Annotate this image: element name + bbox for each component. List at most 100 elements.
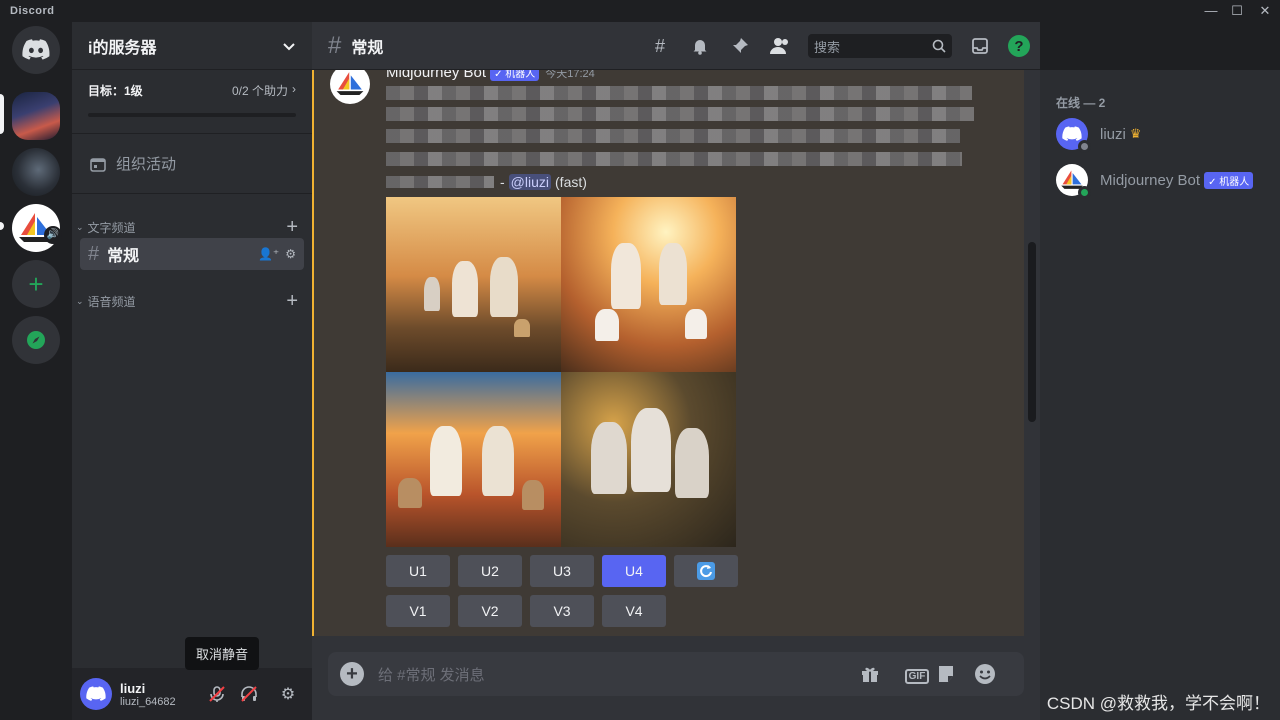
boost-goal-label: 目标：1级	[88, 84, 143, 98]
chevron-right-icon: ›	[292, 82, 296, 96]
message-input[interactable]: 给 #常规 发消息	[378, 664, 860, 685]
reroll-button[interactable]	[674, 555, 738, 587]
refresh-icon	[697, 562, 715, 580]
generated-image-3[interactable]	[386, 372, 561, 547]
figure-boy	[659, 243, 687, 305]
upscale-button-3[interactable]: U3	[530, 555, 594, 587]
upscale-button-4[interactable]: U4	[602, 555, 666, 587]
chevron-down-icon: ⌄	[76, 222, 84, 232]
avatar	[1056, 118, 1091, 153]
server-icon-city[interactable]	[12, 92, 60, 140]
hash-icon: #	[328, 31, 342, 59]
close-button[interactable]: ✕	[1250, 0, 1280, 22]
user-tag: liuzi_64682	[120, 695, 176, 708]
member-list-icon[interactable]	[768, 34, 792, 58]
calendar-icon	[90, 157, 106, 172]
member-name: Midjourney Bot	[1100, 171, 1201, 189]
home-button[interactable]	[12, 26, 60, 74]
invite-icon[interactable]: 👤⁺	[258, 247, 279, 261]
crown-icon: ♛	[1129, 126, 1142, 141]
generated-image-4[interactable]	[561, 372, 736, 547]
speed-label: (fast)	[555, 174, 587, 190]
upscale-button-2[interactable]: U2	[458, 555, 522, 587]
voice-channels-category[interactable]: ⌄ 语音频道 +	[76, 290, 304, 313]
events-button[interactable]: 组织活动	[72, 134, 312, 194]
compass-icon	[27, 331, 45, 349]
attach-plus-icon[interactable]: +	[340, 662, 364, 686]
gear-icon[interactable]: ⚙	[285, 247, 296, 261]
maximize-button[interactable]: ☐	[1222, 0, 1252, 22]
pixelated-text	[386, 107, 974, 121]
header-toolbar: # 搜索 ?	[648, 22, 1040, 70]
create-channel-icon[interactable]: +	[286, 290, 298, 313]
upscale-button-1[interactable]: U1	[386, 555, 450, 587]
bot-badge: ✓ 机器人	[490, 70, 540, 81]
pixelated-text	[386, 86, 972, 100]
boost-progress-bar	[88, 113, 296, 117]
avatar[interactable]	[80, 678, 112, 710]
bell-icon[interactable]	[688, 34, 712, 58]
user-mention[interactable]: @liuzi	[508, 174, 552, 190]
discord-logo-icon	[86, 686, 106, 701]
threads-icon[interactable]: #	[648, 34, 672, 58]
inbox-icon[interactable]	[968, 34, 992, 58]
variation-button-4[interactable]: V4	[602, 595, 666, 627]
explore-servers-button[interactable]	[12, 316, 60, 364]
help-icon[interactable]: ?	[1008, 35, 1030, 57]
mute-mic-icon[interactable]	[208, 685, 240, 703]
gift-icon[interactable]	[860, 664, 898, 684]
server-icon-portrait[interactable]	[12, 148, 60, 196]
image-grid[interactable]	[386, 197, 736, 547]
avatar[interactable]	[330, 70, 370, 104]
prompt-tail: - @liuzi (fast)	[386, 174, 587, 190]
channel-main: # 常规 # 搜索 ? Midjourney Bot ✓ 机器人 今天17:24	[312, 22, 1040, 720]
server-indicator	[0, 94, 4, 134]
figure-girl	[452, 261, 478, 317]
discord-logo-icon	[1062, 126, 1082, 141]
search-placeholder: 搜索	[814, 39, 841, 55]
timestamp: 今天17:24	[545, 70, 595, 80]
channel-sidebar: i的服务器 目标：1级 0/2 个助力 › 组织活动 ⌄ 文字频道 + # 常规…	[72, 22, 312, 720]
message-composer[interactable]: + 给 #常规 发消息 GIF	[328, 652, 1024, 696]
gif-button[interactable]: GIF	[898, 667, 936, 684]
variation-button-1[interactable]: V1	[386, 595, 450, 627]
boost-count: 0/2 个助力	[231, 84, 288, 98]
figure-cat	[595, 309, 619, 341]
member-item[interactable]: liuzi ♛	[1056, 118, 1142, 153]
status-offline-dot	[1078, 140, 1091, 153]
scrollbar[interactable]	[1028, 242, 1036, 422]
add-server-button[interactable]: +	[12, 260, 60, 308]
server-unread-indicator	[0, 222, 4, 230]
text-channels-category[interactable]: ⌄ 文字频道 +	[76, 216, 304, 239]
hash-icon: #	[88, 242, 100, 265]
avatar	[1056, 164, 1091, 199]
figure-cat	[591, 422, 627, 494]
deafen-headphones-icon[interactable]	[240, 685, 272, 703]
sticker-icon[interactable]	[936, 664, 974, 684]
upscale-button-row: U1 U2 U3 U4	[386, 555, 738, 587]
guild-header[interactable]: i的服务器	[72, 22, 312, 70]
figure-child	[424, 277, 440, 311]
variation-button-2[interactable]: V2	[458, 595, 522, 627]
channel-item-general[interactable]: # 常规 👤⁺ ⚙	[80, 238, 304, 270]
member-item[interactable]: Midjourney Bot ✓ 机器人	[1056, 164, 1254, 199]
search-icon	[932, 39, 946, 53]
generated-image-2[interactable]	[561, 197, 736, 372]
author-name[interactable]: Midjourney Bot	[386, 70, 486, 81]
variation-button-3[interactable]: V3	[530, 595, 594, 627]
user-panel: liuzi liuzi_64682 ⚙	[72, 668, 312, 720]
discord-logo-icon	[22, 39, 50, 60]
online-header: 在线 — 2	[1056, 96, 1106, 110]
channel-title: 常规	[351, 39, 384, 57]
figure-cat	[514, 319, 530, 337]
message-list: Midjourney Bot ✓ 机器人 今天17:24 - @liuzi (f…	[312, 70, 1024, 636]
emoji-icon[interactable]	[974, 663, 1012, 685]
settings-gear-icon[interactable]: ⚙	[272, 684, 304, 704]
speaker-icon: 🔊	[44, 226, 62, 244]
pin-icon[interactable]	[728, 34, 752, 58]
boost-goal-panel[interactable]: 目标：1级 0/2 个助力 ›	[72, 70, 312, 134]
search-input[interactable]: 搜索	[808, 34, 952, 58]
generated-image-1[interactable]	[386, 197, 561, 372]
create-channel-icon[interactable]: +	[286, 216, 298, 239]
variation-button-row: V1 V2 V3 V4	[386, 595, 666, 627]
